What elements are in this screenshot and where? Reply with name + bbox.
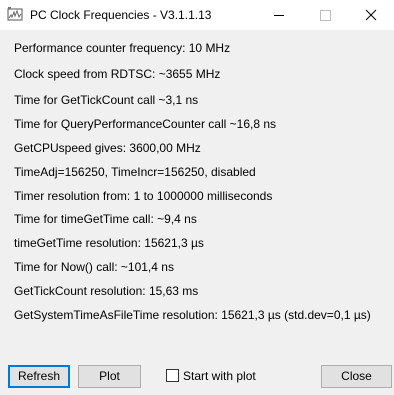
info-timeadj: TimeAdj=156250, TimeIncr=156250, disable… bbox=[14, 165, 256, 179]
maximize-button[interactable] bbox=[302, 0, 348, 30]
info-timegettime-resolution: timeGetTime resolution: 15621,3 µs bbox=[14, 236, 204, 250]
plot-button[interactable]: Plot bbox=[78, 365, 141, 388]
info-getsystemtimeasfiletime-resolution: GetSystemTimeAsFileTime resolution: 1562… bbox=[14, 308, 371, 322]
info-clock-speed-rdtsc: Clock speed from RDTSC: ~3655 MHz bbox=[14, 67, 221, 81]
app-window: PC Clock Frequencies - V3.1.1.13 Perform… bbox=[0, 0, 394, 395]
info-qpc-call-time: Time for QueryPerformanceCounter call ~1… bbox=[14, 117, 277, 131]
info-gettickcount-resolution: GetTickCount resolution: 15,63 ms bbox=[14, 284, 199, 298]
clock-app-icon bbox=[7, 6, 23, 22]
info-getcpuspeed: GetCPUspeed gives: 3600,00 MHz bbox=[14, 141, 201, 155]
minimize-button[interactable] bbox=[256, 0, 302, 30]
info-timer-resolution-range: Timer resolution from: 1 to 1000000 mill… bbox=[14, 189, 273, 203]
start-with-plot-checkbox[interactable] bbox=[166, 369, 179, 382]
window-title: PC Clock Frequencies - V3.1.1.13 bbox=[30, 8, 212, 22]
info-timegettime-call-time: Time for timeGetTime call: ~9,4 ns bbox=[14, 212, 197, 226]
info-now-call-time: Time for Now() call: ~101,4 ns bbox=[14, 260, 174, 274]
start-with-plot-label[interactable]: Start with plot bbox=[183, 368, 256, 384]
info-performance-counter-frequency: Performance counter frequency: 10 MHz bbox=[14, 41, 231, 55]
close-button[interactable]: Close bbox=[321, 365, 392, 388]
info-gettickcount-call-time: Time for GetTickCount call ~3,1 ns bbox=[14, 93, 199, 107]
title-bar[interactable]: PC Clock Frequencies - V3.1.1.13 bbox=[0, 0, 394, 30]
window-close-button[interactable] bbox=[348, 0, 394, 30]
refresh-button[interactable]: Refresh bbox=[8, 365, 70, 388]
